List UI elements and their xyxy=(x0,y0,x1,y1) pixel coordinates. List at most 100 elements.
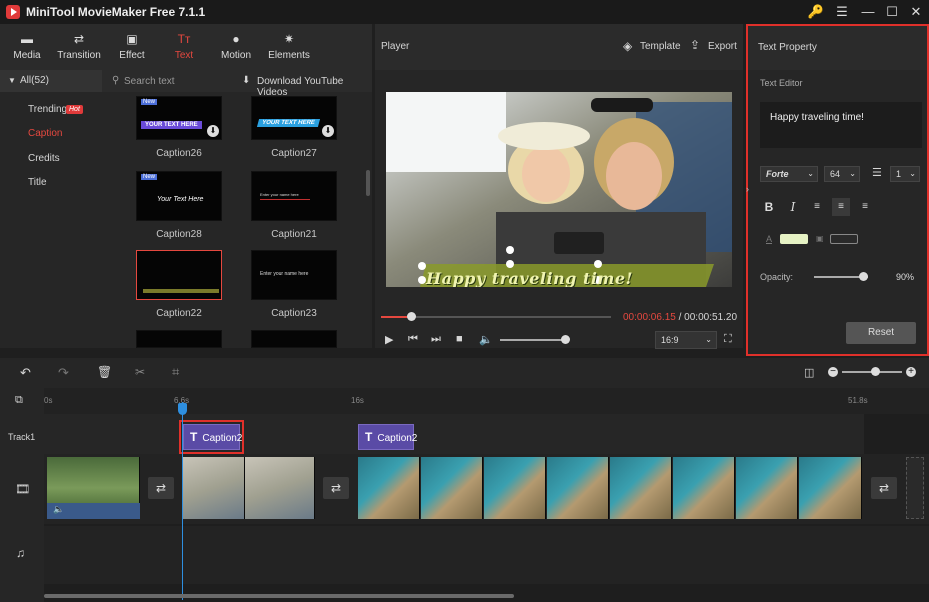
chevron-down-icon: ⌄ xyxy=(705,335,712,344)
search-input[interactable]: Search text xyxy=(124,76,175,87)
template-caption22[interactable] xyxy=(136,250,222,300)
close-button[interactable]: ✕ xyxy=(906,3,926,21)
category-all[interactable]: ▼ All(52) xyxy=(0,70,102,92)
bold-icon[interactable]: B xyxy=(762,200,776,214)
video-clip[interactable] xyxy=(183,457,315,519)
hot-badge: Hot xyxy=(66,105,83,114)
total-time: 00:00:51.20 xyxy=(684,312,737,323)
crop-icon[interactable]: ⌗ xyxy=(172,364,179,380)
reset-button[interactable]: Reset xyxy=(846,322,916,344)
playhead-handle[interactable] xyxy=(178,403,187,415)
volume-icon[interactable]: 🔈 xyxy=(479,333,493,346)
play-icon[interactable]: ▶ xyxy=(385,333,393,346)
clip-thumbnail xyxy=(673,457,735,519)
undo-icon[interactable]: ↶ xyxy=(20,365,31,381)
category-credits[interactable]: Credits xyxy=(28,153,60,164)
fit-timeline-icon[interactable]: ◫ xyxy=(804,366,814,379)
export-button[interactable]: Export xyxy=(708,41,737,52)
volume-handle[interactable] xyxy=(561,335,570,344)
delete-icon[interactable]: 🗑 xyxy=(97,365,112,379)
track-headers: ⧉ Track1 🎞 ♫ xyxy=(0,388,44,602)
maximize-button[interactable]: ☐ xyxy=(882,3,902,21)
transition-slot-button[interactable]: ⇄ xyxy=(323,477,349,499)
video-clip[interactable]: 🔈 xyxy=(47,457,140,519)
clip-thumbnail xyxy=(183,457,245,519)
caption-clip-label: Caption2 xyxy=(202,433,243,444)
caption-clip[interactable]: T Caption2 xyxy=(358,424,417,450)
aspect-ratio-select[interactable]: 16:9 ⌄ xyxy=(655,331,717,349)
video-preview[interactable]: Happy traveling time! xyxy=(386,92,732,287)
tab-effect[interactable]: ▣ Effect xyxy=(105,24,159,70)
template-caption27[interactable]: YOUR TEXT HERE ⬇ xyxy=(251,96,337,140)
align-left-icon[interactable]: ≡ xyxy=(810,200,824,214)
zoom-in-icon[interactable]: + xyxy=(906,367,916,377)
opacity-handle[interactable] xyxy=(858,272,868,281)
caption-overlay-text[interactable]: Happy traveling time! xyxy=(426,269,633,287)
template-caption23[interactable]: Enter your name here xyxy=(251,250,337,300)
transition-slot-button[interactable]: ⇄ xyxy=(148,477,174,499)
add-track-icon[interactable]: ⧉ xyxy=(15,394,23,407)
background-color-icon: ▣ xyxy=(816,234,824,243)
font-size-value: 64 xyxy=(830,169,841,179)
category-caption[interactable]: Caption xyxy=(28,128,62,139)
template-preview-text: Enter your name here xyxy=(260,192,299,197)
volume-slider[interactable] xyxy=(500,339,566,341)
category-trending[interactable]: Trending xyxy=(28,104,67,115)
previous-frame-icon[interactable]: ⏮ xyxy=(408,333,418,346)
transition-slot-button[interactable]: ⇄ xyxy=(871,477,897,499)
template-label: Caption27 xyxy=(271,148,317,159)
font-size-select[interactable]: 64 ⌄ xyxy=(824,166,860,182)
clip-thumbnail xyxy=(421,457,483,519)
menu-icon[interactable]: ☰ xyxy=(832,3,852,21)
drop-zone[interactable] xyxy=(906,457,924,519)
tab-elements[interactable]: ✷ Elements xyxy=(262,24,316,70)
text-editor-input[interactable]: Happy traveling time! xyxy=(760,102,922,148)
zoom-out-icon[interactable]: − xyxy=(828,367,838,377)
font-value: Forte xyxy=(766,169,789,179)
key-icon[interactable]: 🔑 xyxy=(806,3,826,21)
category-all-label: All(52) xyxy=(20,75,49,86)
minimize-button[interactable]: — xyxy=(858,3,878,21)
aspect-ratio-value: 16:9 xyxy=(661,335,679,345)
tab-label: Text xyxy=(174,50,194,61)
align-right-icon[interactable]: ≡ xyxy=(858,200,872,214)
fullscreen-icon[interactable]: ⛶ xyxy=(724,333,732,346)
template-caption28[interactable]: New Your Text Here xyxy=(136,171,222,221)
next-frame-icon[interactable]: ⏭ xyxy=(431,333,441,346)
template-partial[interactable] xyxy=(136,330,222,348)
timeline-scrollbar[interactable] xyxy=(44,594,514,598)
template-button[interactable]: Template xyxy=(640,41,681,52)
template-scrollbar[interactable] xyxy=(366,170,370,196)
italic-icon[interactable]: I xyxy=(786,200,800,214)
template-partial[interactable] xyxy=(251,330,337,348)
category-title[interactable]: Title xyxy=(28,177,47,188)
template-caption21[interactable]: Enter your name here xyxy=(251,171,337,221)
caption-clip[interactable]: T Caption2 xyxy=(183,424,243,450)
download-youtube-link[interactable]: Download YouTube Videos xyxy=(257,76,372,98)
template-icon: ◈ xyxy=(623,39,633,53)
timeline-ruler[interactable]: 0s 6.6s 16s 51.8s xyxy=(44,388,929,414)
tab-media[interactable]: ▬ Media xyxy=(0,24,54,70)
zoom-handle[interactable] xyxy=(871,367,880,376)
font-select[interactable]: Forte ⌄ xyxy=(760,166,818,182)
redo-icon[interactable]: ↷ xyxy=(58,365,69,381)
tab-transition[interactable]: ⇄ Transition xyxy=(52,24,106,70)
split-icon[interactable]: ✂ xyxy=(135,365,145,379)
download-icon[interactable]: ⬇ xyxy=(322,125,334,137)
download-icon[interactable]: ⬇ xyxy=(207,125,219,137)
tab-motion[interactable]: ● Motion xyxy=(209,24,263,70)
line-spacing-select[interactable]: 1 ⌄ xyxy=(890,166,920,182)
stop-icon[interactable]: ■ xyxy=(456,333,463,345)
tab-label: Effect xyxy=(119,50,145,61)
ruler-tick: 0s xyxy=(44,396,53,405)
video-clip[interactable] xyxy=(358,457,862,519)
template-preview-bar xyxy=(143,289,219,293)
tab-text[interactable]: Tт Text xyxy=(157,24,211,70)
progress-handle[interactable] xyxy=(406,312,416,321)
collapse-arrow-icon[interactable]: › xyxy=(746,184,749,194)
align-center-icon[interactable]: ≡ xyxy=(832,198,850,216)
text-color-swatch[interactable] xyxy=(780,234,808,244)
playhead-line xyxy=(182,402,183,600)
background-color-swatch[interactable] xyxy=(830,234,858,244)
template-caption26[interactable]: New YOUR TEXT HERE ⬇ xyxy=(136,96,222,140)
